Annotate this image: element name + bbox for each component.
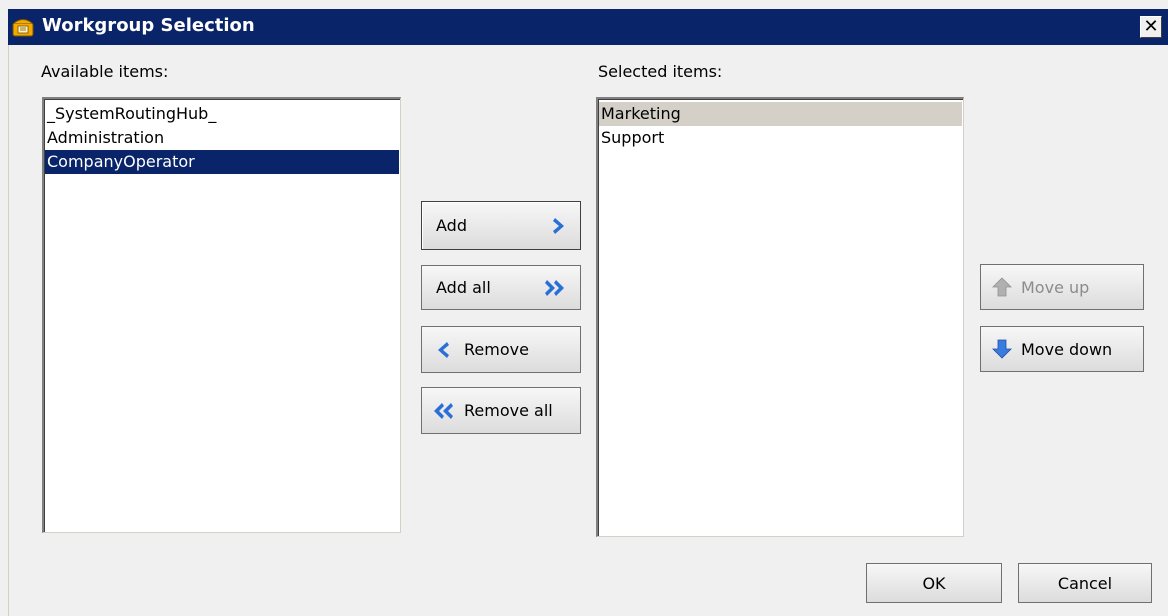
- move-down-button[interactable]: Move down: [980, 326, 1144, 372]
- ok-button[interactable]: OK: [866, 563, 1002, 603]
- cancel-button-label: Cancel: [1057, 573, 1113, 593]
- move-up-button-label: Move up: [1021, 277, 1090, 297]
- close-button[interactable]: ✕: [1140, 16, 1162, 38]
- selected-items-label: Selected items:: [598, 62, 723, 81]
- list-item[interactable]: Marketing: [599, 102, 962, 126]
- double-chevron-right-icon: [544, 277, 570, 299]
- available-items-label: Available items:: [41, 62, 169, 81]
- phone-icon: [12, 17, 34, 37]
- move-up-button[interactable]: Move up: [980, 264, 1144, 310]
- remove-button-label: Remove: [464, 340, 529, 359]
- remove-all-button-label: Remove all: [464, 401, 553, 420]
- chevron-right-icon: [548, 215, 570, 237]
- add-button-label: Add: [436, 216, 467, 235]
- chevron-left-icon: [432, 339, 454, 361]
- arrow-up-icon: [991, 276, 1013, 298]
- ok-button-label: OK: [922, 573, 946, 593]
- list-item[interactable]: Support: [599, 126, 962, 150]
- selected-items-listbox[interactable]: Marketing Support: [596, 97, 964, 537]
- title-bar: Workgroup Selection ✕: [8, 9, 1168, 45]
- double-chevron-left-icon: [428, 400, 456, 422]
- list-item[interactable]: _SystemRoutingHub_: [45, 102, 399, 126]
- add-button[interactable]: Add: [421, 201, 581, 250]
- add-all-button-label: Add all: [436, 278, 491, 297]
- arrow-down-icon: [991, 338, 1013, 360]
- remove-button[interactable]: Remove: [421, 326, 581, 373]
- list-item[interactable]: CompanyOperator: [45, 150, 399, 174]
- window-title: Workgroup Selection: [42, 15, 255, 36]
- close-icon: ✕: [1143, 16, 1159, 37]
- available-items-listbox[interactable]: _SystemRoutingHub_ Administration CompanyO…: [42, 97, 401, 533]
- remove-all-button[interactable]: Remove all: [421, 387, 581, 434]
- cancel-button[interactable]: Cancel: [1018, 563, 1152, 603]
- list-item[interactable]: Administration: [45, 126, 399, 150]
- add-all-button[interactable]: Add all: [421, 265, 581, 310]
- move-down-button-label: Move down: [1021, 339, 1113, 359]
